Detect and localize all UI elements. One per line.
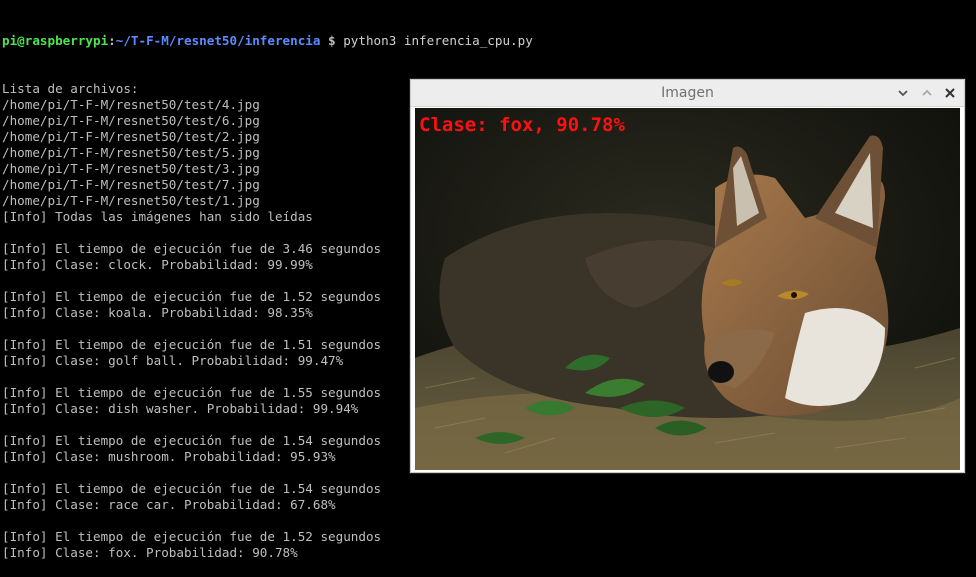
terminal-line: [Info] Clase: fox. Probabilidad: 90.78% bbox=[2, 545, 298, 560]
chevron-down-icon bbox=[898, 90, 908, 97]
prediction-overlay-label: Clase: fox, 90.78% bbox=[419, 114, 625, 136]
terminal-line: [Info] El tiempo de ejecución fue de 1.5… bbox=[2, 481, 382, 496]
close-icon bbox=[945, 88, 955, 98]
prompt-line: pi@raspberrypi:~/T-F-M/resnet50/inferenc… bbox=[2, 33, 976, 49]
window-titlebar[interactable]: Imagen bbox=[411, 80, 964, 107]
image-window[interactable]: Imagen Clase: fox, 90.78% bbox=[410, 79, 965, 473]
maximize-button[interactable] bbox=[918, 84, 936, 102]
fox-image: Clase: fox, 90.78% bbox=[415, 108, 960, 470]
terminal-line: [Info] El tiempo de ejecución fue de 1.5… bbox=[2, 529, 382, 544]
prompt-symbol: $ bbox=[320, 33, 344, 48]
prompt-user-host: pi@raspberrypi bbox=[2, 33, 109, 48]
terminal-line: [Info] Clase: race car. Probabilidad: 67… bbox=[2, 497, 336, 512]
close-button[interactable] bbox=[941, 84, 959, 102]
prompt-separator: : bbox=[108, 33, 116, 48]
prompt-path: ~/T-F-M/resnet50/inferencia bbox=[115, 33, 321, 48]
fox-photo-illustration bbox=[415, 108, 960, 470]
minimize-button[interactable] bbox=[894, 84, 912, 102]
window-title: Imagen bbox=[661, 85, 714, 101]
chevron-up-icon bbox=[922, 89, 932, 96]
prompt-command: python3 inferencia_cpu.py bbox=[343, 33, 533, 48]
